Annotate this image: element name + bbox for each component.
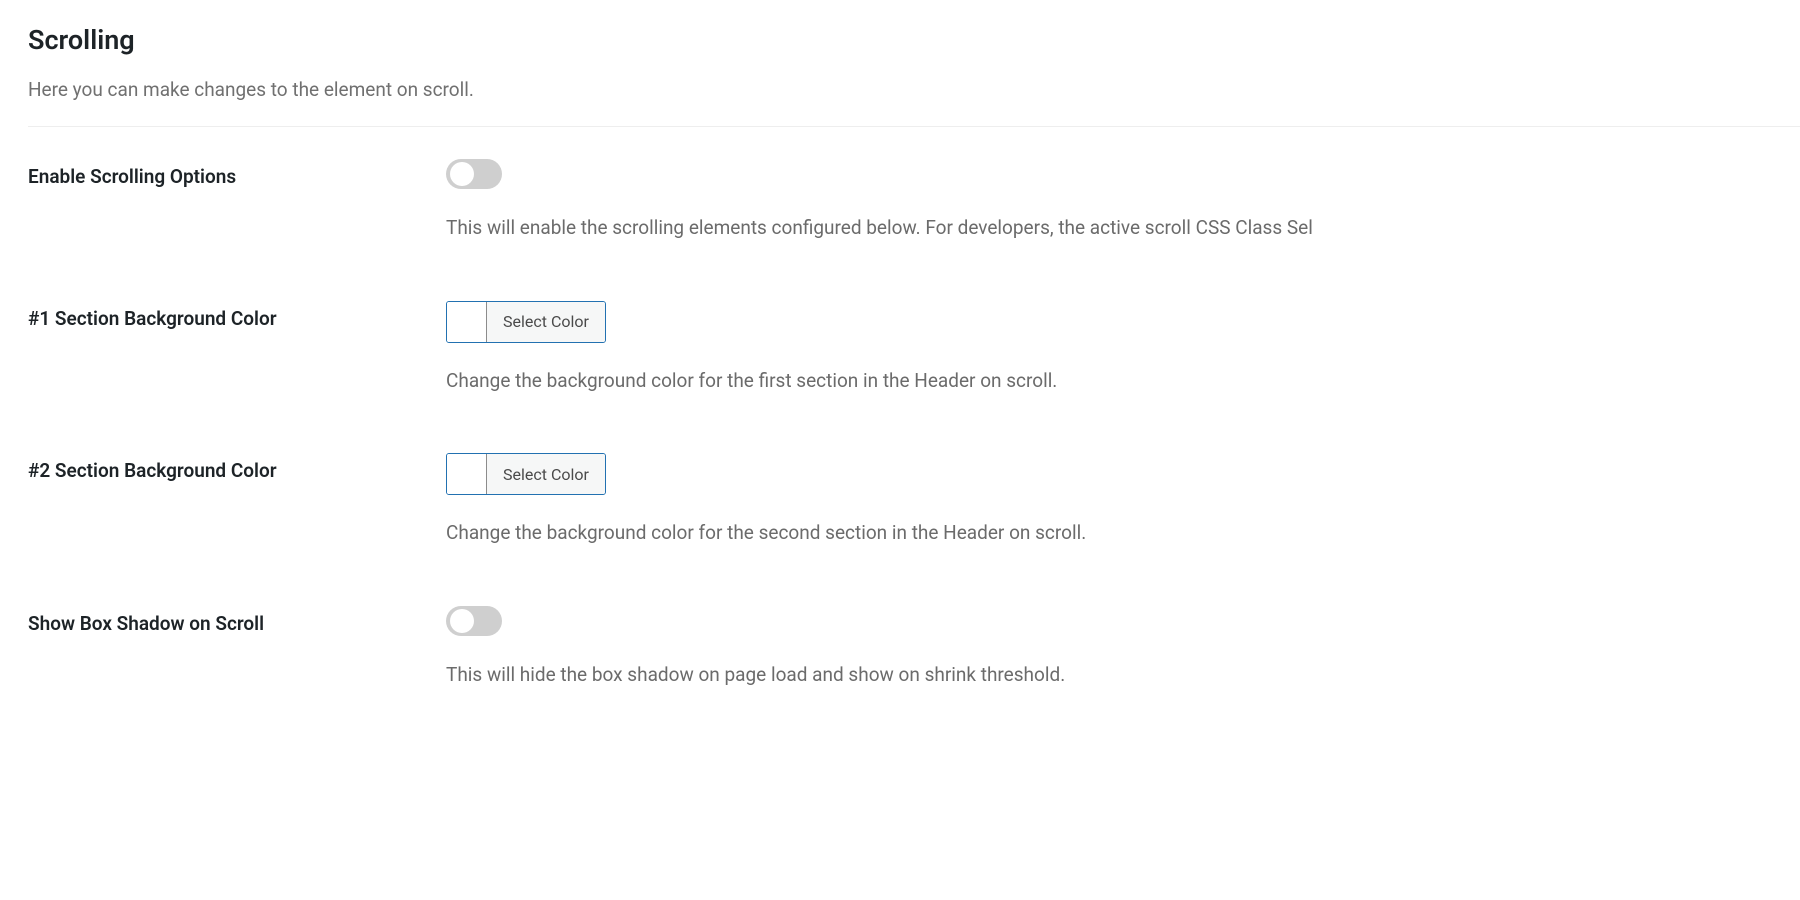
toggle-knob	[450, 162, 474, 186]
toggle-knob	[450, 609, 474, 633]
field-help-enable-scrolling: This will enable the scrolling elements …	[446, 214, 1800, 243]
color-picker-section2[interactable]: Select Color	[446, 453, 606, 495]
toggle-box-shadow[interactable]	[446, 606, 502, 636]
section-subtitle: Here you can make changes to the element…	[28, 78, 1800, 101]
color-swatch	[447, 454, 487, 494]
field-label-section2-bg: #2 Section Background Color	[28, 453, 446, 482]
color-picker-label: Select Color	[487, 302, 605, 342]
field-help-section2-bg: Change the background color for the seco…	[446, 519, 1800, 548]
section-title: Scrolling	[28, 24, 1800, 56]
field-section1-bg: #1 Section Background Color Select Color…	[28, 301, 1800, 396]
section-header: Scrolling Here you can make changes to t…	[28, 24, 1800, 127]
field-control: Select Color Change the background color…	[446, 453, 1800, 548]
field-section2-bg: #2 Section Background Color Select Color…	[28, 453, 1800, 548]
field-box-shadow: Show Box Shadow on Scroll This will hide…	[28, 606, 1800, 690]
field-help-section1-bg: Change the background color for the firs…	[446, 367, 1800, 396]
color-picker-section1[interactable]: Select Color	[446, 301, 606, 343]
color-swatch	[447, 302, 487, 342]
field-help-box-shadow: This will hide the box shadow on page lo…	[446, 661, 1800, 690]
color-picker-label: Select Color	[487, 454, 605, 494]
toggle-enable-scrolling[interactable]	[446, 159, 502, 189]
field-control: Select Color Change the background color…	[446, 301, 1800, 396]
field-label-box-shadow: Show Box Shadow on Scroll	[28, 606, 446, 635]
field-control: This will hide the box shadow on page lo…	[446, 606, 1800, 690]
field-control: This will enable the scrolling elements …	[446, 159, 1800, 243]
field-label-section1-bg: #1 Section Background Color	[28, 301, 446, 330]
field-label-enable-scrolling: Enable Scrolling Options	[28, 159, 446, 188]
field-enable-scrolling: Enable Scrolling Options This will enabl…	[28, 159, 1800, 243]
